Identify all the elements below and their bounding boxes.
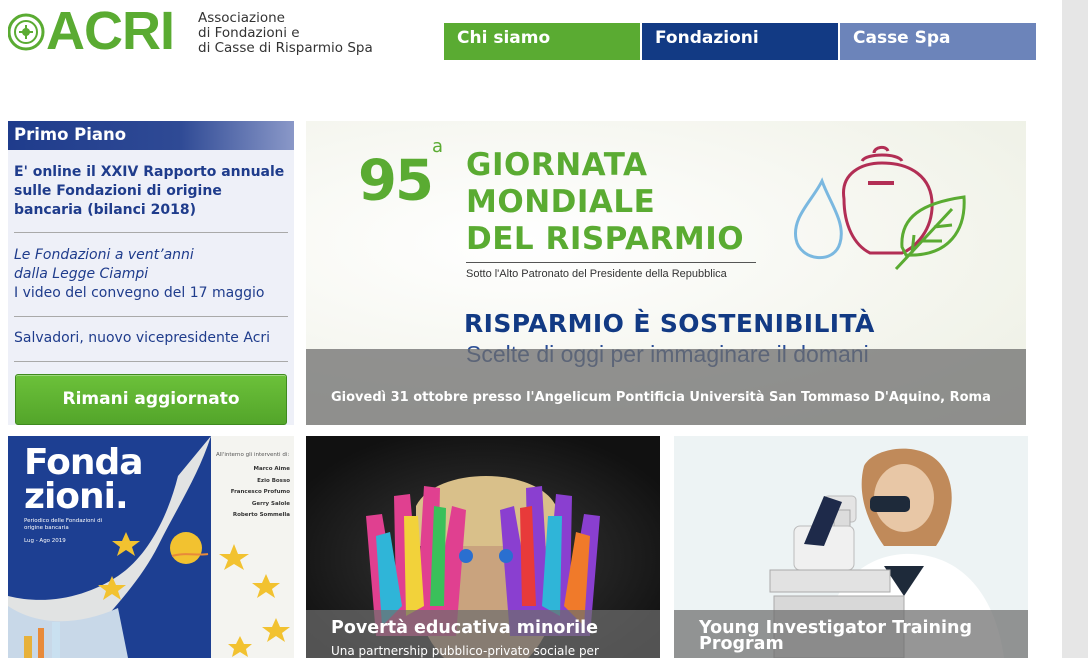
news-item-vicepresidente[interactable]: Salvadori, nuovo vicepresidente Acri: [14, 317, 288, 362]
news-item-convegno-title-2: dalla Legge Ciampi: [14, 266, 149, 282]
hero-divider: [466, 262, 756, 263]
young-investigator-card-title: Young Investigator Training Program: [699, 618, 972, 654]
magazine-authors: Marco Aime Ezio Bosso Francesco Profumo …: [230, 466, 290, 518]
primo-piano-panel: Primo Piano E' online il XXIV Rapporto a…: [8, 121, 294, 425]
acri-emblem-icon: [8, 13, 45, 51]
magazine-description: Periodico delle Fondazioni di origine ba…: [24, 518, 103, 544]
poverta-card-text: Una partnership pubblico-privato sociale…: [331, 644, 599, 658]
hero-banner[interactable]: 95a GIORNATA MONDIALE DEL RISPARMIO Sott…: [306, 121, 1026, 425]
hero-caption-text: Giovedì 31 ottobre presso l'Angelicum Po…: [331, 390, 991, 405]
hero-patronage: Sotto l'Alto Patronato del Presidente de…: [466, 268, 727, 280]
nav-casse-spa[interactable]: Casse Spa: [840, 23, 1036, 60]
magazine-card[interactable]: Fonda zioni. Periodico delle Fondazioni …: [8, 436, 294, 658]
rimani-aggiornato-button[interactable]: Rimani aggiornato: [15, 374, 287, 425]
logo-subtitle: Associazione di Fondazioni e di Casse di…: [198, 10, 373, 56]
poverta-educativa-card[interactable]: Povertà educativa minorile Una partnersh…: [306, 436, 660, 658]
magazine-inside-label: All'interno gli interventi di:: [216, 452, 290, 458]
news-item-convegno-title-1: Le Fondazioni a vent’anni: [14, 247, 194, 263]
nav-chi-siamo[interactable]: Chi siamo: [444, 23, 640, 60]
news-item-convegno[interactable]: Le Fondazioni a vent’anni dalla Legge Ci…: [14, 233, 288, 317]
primo-piano-heading: Primo Piano: [8, 121, 294, 150]
magazine-title: Fonda zioni.: [24, 442, 144, 517]
hero-caption-bar: Giovedì 31 ottobre presso l'Angelicum Po…: [306, 349, 1026, 425]
poverta-card-title: Povertà educativa minorile: [331, 618, 598, 638]
main-navigation: Chi siamo Fondazioni Casse Spa: [444, 23, 1038, 60]
logo-wordmark: ACRI: [46, 1, 175, 61]
acri-logo[interactable]: ACRI Associazione di Fondazioni e di Cas…: [8, 2, 388, 60]
news-item-rapporto[interactable]: E' online il XXIV Rapporto annuale sulle…: [14, 150, 288, 233]
nav-fondazioni[interactable]: Fondazioni: [642, 23, 838, 60]
hero-claim: RISPARMIO È SOSTENIBILITÀ: [464, 309, 875, 338]
savings-illustration-icon: [794, 145, 966, 271]
hero-edition-number: 95a: [358, 136, 443, 214]
young-investigator-card[interactable]: Young Investigator Training Program: [674, 436, 1028, 658]
hero-title: GIORNATA MONDIALE DEL RISPARMIO: [466, 147, 745, 257]
news-item-convegno-text: I video del convegno del 17 maggio: [14, 285, 265, 301]
page-gutter: [1062, 0, 1088, 658]
